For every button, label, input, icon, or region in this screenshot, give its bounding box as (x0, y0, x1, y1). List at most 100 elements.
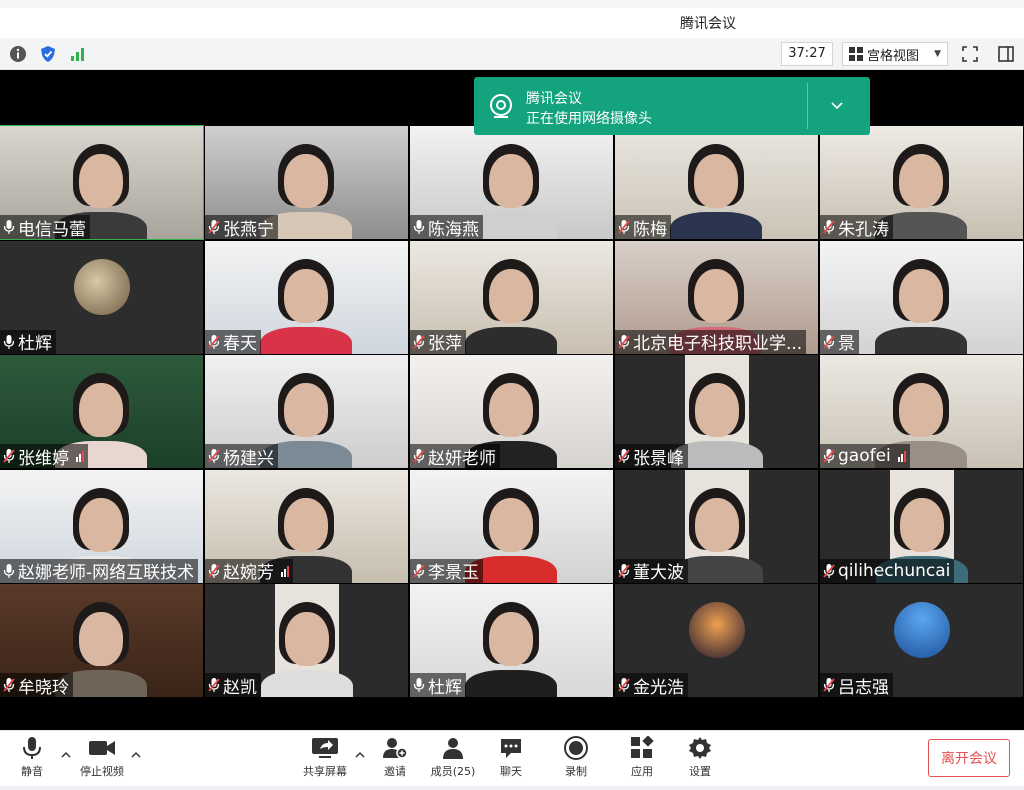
participant-tile[interactable]: 杜辉 (410, 584, 613, 697)
participant-tile[interactable]: 杨建兴 (205, 355, 408, 468)
participant-tile[interactable]: 牟晓玲 (0, 584, 203, 697)
person-figure (671, 355, 763, 468)
participant-tile[interactable]: 赵婉芳 (205, 469, 408, 583)
window-title: 腾讯会议 (680, 16, 736, 32)
view-mode-button[interactable]: 宫格视图 ▼ (842, 42, 948, 66)
fullscreen-icon[interactable] (960, 44, 980, 64)
participant-tile[interactable]: 赵凯 (205, 584, 408, 697)
participant-tile[interactable]: 陈海燕 (410, 126, 613, 239)
participant-name-tag: 赵婉芳 (205, 558, 293, 583)
participant-tile[interactable]: 吕志强 (820, 584, 1023, 697)
participant-name: 赵娜老师-网络互联技术 (18, 563, 195, 583)
share-screen-icon (311, 735, 339, 761)
participant-name: gaofei (838, 446, 891, 466)
participant-tile[interactable]: 杜辉 (0, 240, 203, 354)
muted-microphone-icon (3, 449, 15, 463)
microphone-icon (3, 220, 15, 234)
participant-name-tag: 张萍 (410, 329, 466, 354)
chat-button[interactable]: 聊天 (481, 735, 541, 779)
caret-down-icon: ▼ (934, 49, 941, 59)
muted-microphone-icon (413, 334, 425, 349)
members-icon (439, 735, 467, 761)
participant-name-tag: 张景峰 (615, 444, 688, 468)
camera-notification[interactable]: 腾讯会议 正在使用网络摄像头 (474, 77, 870, 135)
members-button[interactable]: 成员(25) (423, 735, 483, 779)
mute-label: 静音 (21, 765, 43, 778)
participant-tile[interactable]: 金光浩 (615, 584, 818, 697)
participant-name-tag: 陈海燕 (410, 215, 483, 239)
muted-microphone-icon (413, 563, 425, 578)
sidebar-toggle-icon[interactable] (996, 44, 1016, 64)
participant-tile[interactable]: 春天 (205, 240, 408, 354)
participant-name-tag: gaofei (820, 444, 910, 468)
stop-video-button[interactable]: 停止视频 (72, 735, 132, 779)
participant-name-tag: 赵凯 (205, 673, 261, 697)
participant-name-tag: 陈梅 (615, 215, 671, 239)
chevron-down-icon[interactable] (827, 95, 847, 115)
share-screen-button[interactable]: 共享屏幕 (295, 735, 355, 779)
participant-name: 赵妍老师 (428, 448, 496, 469)
muted-microphone-icon (823, 449, 835, 463)
participant-name: 杜辉 (428, 677, 462, 698)
record-icon (562, 735, 590, 761)
settings-button[interactable]: 设置 (670, 735, 730, 779)
video-options-chevron-icon[interactable] (130, 749, 142, 761)
leave-meeting-button[interactable]: 离开会议 (928, 739, 1010, 777)
meeting-info-bar: 37:27 宫格视图 ▼ (0, 38, 1024, 70)
participant-name-tag: 杜辉 (410, 673, 466, 697)
signal-strength-icon (281, 565, 289, 577)
participant-tile[interactable]: 景 (820, 240, 1023, 354)
invite-button[interactable]: 邀请 (365, 735, 425, 779)
microphone-icon (18, 735, 46, 761)
participant-tile[interactable]: 赵妍老师 (410, 355, 613, 468)
participant-name-tag: 张维婷 (0, 444, 88, 468)
participant-tile[interactable]: 张燕宁 (205, 126, 408, 239)
muted-microphone-icon (823, 563, 835, 578)
participant-tile[interactable]: 赵娜老师-网络互联技术 (0, 469, 203, 583)
chat-icon (497, 735, 525, 761)
muted-microphone-icon (208, 563, 220, 578)
apps-button[interactable]: 应用 (612, 735, 672, 779)
participant-name-tag: 春天 (205, 329, 261, 354)
add-person-icon (381, 735, 409, 761)
muted-microphone-icon (208, 449, 220, 463)
muted-microphone-icon (823, 678, 835, 692)
microphone-icon (413, 678, 425, 692)
participant-tile[interactable]: 电信马蕾 (0, 125, 204, 240)
signal-icon[interactable] (68, 44, 88, 64)
participant-name: 春天 (223, 334, 257, 354)
participant-name: 牟晓玲 (18, 677, 69, 698)
chat-label: 聊天 (500, 765, 522, 778)
share-screen-label: 共享屏幕 (303, 765, 347, 778)
participant-tile[interactable]: 张维婷 (0, 355, 203, 468)
participant-tile[interactable]: 朱孔涛 (820, 126, 1023, 239)
participant-tile[interactable]: 北京电子科技职业学... (615, 240, 818, 354)
record-button[interactable]: 录制 (546, 735, 606, 779)
participant-tile[interactable]: 李景玉 (410, 469, 613, 583)
title-bar: 腾讯会议 (0, 8, 1024, 38)
participant-name: 张萍 (428, 334, 462, 354)
participant-tile[interactable]: qilihechuncai (820, 469, 1023, 583)
participant-tile[interactable]: 张萍 (410, 240, 613, 354)
muted-microphone-icon (618, 678, 630, 692)
participant-name-tag: 金光浩 (615, 673, 688, 697)
participant-name-tag: 牟晓玲 (0, 673, 73, 697)
participant-tile[interactable]: 董大波 (615, 469, 818, 583)
person-figure (261, 584, 353, 697)
muted-microphone-icon (823, 334, 835, 349)
muted-microphone-icon (208, 678, 220, 692)
shield-icon[interactable] (38, 44, 58, 64)
signal-strength-icon (76, 450, 84, 462)
muted-microphone-icon (618, 334, 630, 349)
muted-microphone-icon (208, 220, 220, 234)
muted-microphone-icon (618, 220, 630, 234)
participant-name: 李景玉 (428, 563, 479, 583)
participant-tile[interactable]: 张景峰 (615, 355, 818, 468)
participant-tile[interactable]: gaofei (820, 355, 1023, 468)
participant-tile[interactable]: 陈梅 (615, 126, 818, 239)
mute-options-chevron-icon[interactable] (60, 749, 72, 761)
info-icon[interactable] (8, 44, 28, 64)
mute-button[interactable]: 静音 (2, 735, 62, 779)
notification-message: 正在使用网络摄像头 (526, 111, 652, 127)
avatar (893, 602, 950, 658)
